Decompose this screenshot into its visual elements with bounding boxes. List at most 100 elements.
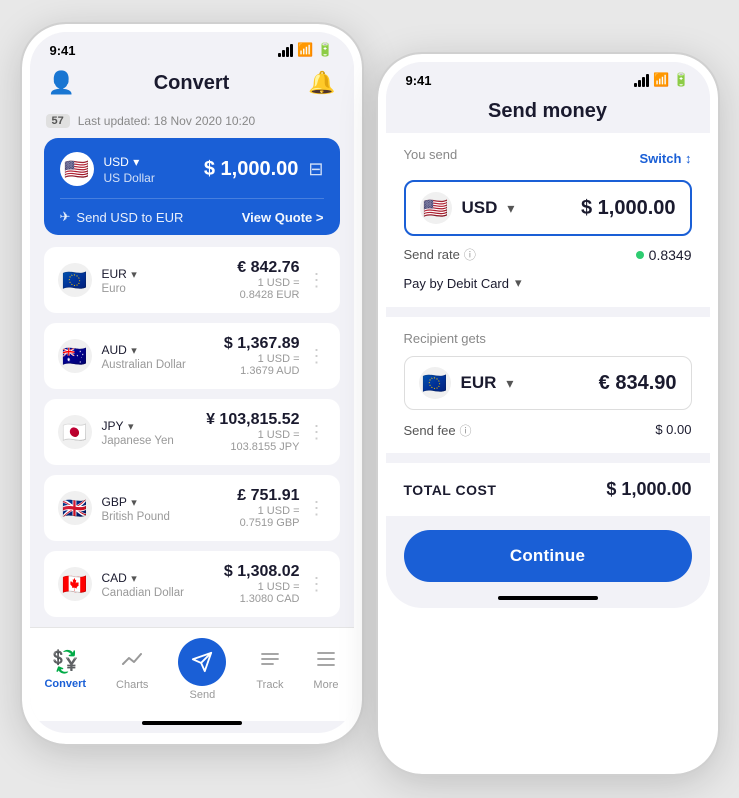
flag-eur: 🇪🇺 bbox=[58, 263, 92, 297]
base-currency-code[interactable]: USD ▾ bbox=[104, 153, 155, 171]
name-jpy: Japanese Yen bbox=[102, 435, 174, 447]
status-time-left: 9:41 bbox=[50, 43, 76, 58]
app-header-left: 👤 Convert 🔔 bbox=[30, 62, 354, 106]
rate-info-icon: ⓘ bbox=[464, 246, 476, 263]
signal-icon bbox=[278, 44, 293, 57]
status-icons-left: 📶 🔋 bbox=[278, 42, 333, 58]
amount-cad: $ 1,308.02 bbox=[224, 563, 300, 581]
switch-button[interactable]: Switch ↕ bbox=[639, 151, 691, 166]
bottom-nav: 💱 Convert Charts Send bbox=[30, 627, 354, 721]
recipient-gets-label: Recipient gets bbox=[404, 331, 692, 346]
home-indicator-right bbox=[498, 596, 598, 600]
wifi-icon-right: 📶 bbox=[653, 72, 669, 88]
page-title-send: Send money bbox=[488, 100, 607, 123]
currency-item-cad[interactable]: 🇨🇦 CAD ▾ Canadian Dollar bbox=[44, 551, 340, 617]
base-amount: $ 1,000.00 bbox=[204, 158, 299, 181]
code-eur: EUR ▾ bbox=[102, 265, 137, 283]
nav-charts[interactable]: Charts bbox=[116, 648, 148, 691]
battery-icon-right: 🔋 bbox=[673, 72, 689, 88]
you-send-selector[interactable]: 🇺🇸 USD ▾ $ 1,000.00 bbox=[404, 180, 692, 236]
you-send-label: You send bbox=[404, 147, 458, 162]
currency-item-eur[interactable]: 🇪🇺 EUR ▾ Euro bbox=[44, 247, 340, 313]
code-aud: AUD ▾ bbox=[102, 341, 186, 359]
rate-gbp: 1 USD = 0.7519 GBP bbox=[237, 505, 299, 529]
send-money-content: You send Switch ↕ 🇺🇸 USD ▾ $ 1,000.00 bbox=[386, 133, 710, 596]
send-money-header: Send money bbox=[386, 92, 710, 133]
recipient-gets-section: Recipient gets 🇪🇺 EUR ▾ € 834.90 bbox=[386, 317, 710, 453]
fee-info-icon: ⓘ bbox=[460, 422, 472, 439]
nav-more[interactable]: More bbox=[313, 648, 338, 691]
send-fee-row: Send fee ⓘ $ 0.00 bbox=[404, 410, 692, 439]
status-bar-right: 9:41 📶 🔋 bbox=[386, 62, 710, 92]
pay-method-row[interactable]: Pay by Debit Card ▾ bbox=[404, 267, 692, 293]
nav-label-more: More bbox=[313, 679, 338, 691]
send-rate-value: 0.8349 bbox=[636, 247, 692, 263]
more-icon-cad[interactable]: ⋮ bbox=[308, 574, 326, 595]
more-icon-jpy[interactable]: ⋮ bbox=[308, 422, 326, 443]
signal-icon-right bbox=[634, 74, 649, 87]
last-updated-row: 57 Last updated: 18 Nov 2020 10:20 bbox=[44, 106, 340, 138]
nav-send[interactable]: Send bbox=[178, 638, 226, 701]
charts-icon bbox=[121, 648, 143, 676]
nav-label-charts: Charts bbox=[116, 679, 148, 691]
amount-jpy: ¥ 103,815.52 bbox=[206, 411, 299, 429]
send-nav-button[interactable] bbox=[178, 638, 226, 686]
you-send-section: You send Switch ↕ 🇺🇸 USD ▾ $ 1,000.00 bbox=[386, 133, 710, 307]
currency-item-aud[interactable]: 🇦🇺 AUD ▾ Australian Dollar bbox=[44, 323, 340, 389]
base-currency-name: US Dollar bbox=[104, 171, 155, 185]
total-cost-value: $ 1,000.00 bbox=[606, 479, 691, 500]
rate-aud: 1 USD = 1.3679 AUD bbox=[224, 353, 300, 377]
amount-aud: $ 1,367.89 bbox=[224, 335, 300, 353]
home-indicator-left bbox=[142, 721, 242, 725]
amount-eur: € 842.76 bbox=[237, 259, 299, 277]
more-icon-aud[interactable]: ⋮ bbox=[308, 346, 326, 367]
rate-dot bbox=[636, 251, 644, 259]
flag-jpy: 🇯🇵 bbox=[58, 415, 92, 449]
send-flag: 🇺🇸 bbox=[420, 192, 452, 224]
code-gbp: GBP ▾ bbox=[102, 493, 170, 511]
base-currency-info: 🇺🇸 USD ▾ US Dollar bbox=[60, 152, 155, 186]
name-eur: Euro bbox=[102, 283, 137, 295]
more-icon-eur[interactable]: ⋮ bbox=[308, 270, 326, 291]
page-title-convert: Convert bbox=[154, 72, 230, 95]
nav-label-convert: Convert bbox=[44, 678, 86, 690]
view-quote-btn[interactable]: View Quote > bbox=[242, 210, 324, 225]
name-cad: Canadian Dollar bbox=[102, 587, 184, 599]
total-cost-row: TOTAL COST $ 1,000.00 bbox=[386, 463, 710, 516]
calculator-icon[interactable]: ⊟ bbox=[308, 159, 323, 180]
convert-content: 57 Last updated: 18 Nov 2020 10:20 🇺🇸 US bbox=[30, 106, 354, 627]
bell-icon[interactable]: 🔔 bbox=[308, 70, 335, 96]
send-fee-label: Send fee ⓘ bbox=[404, 422, 472, 439]
track-icon bbox=[259, 648, 281, 676]
more-icon-gbp[interactable]: ⋮ bbox=[308, 498, 326, 519]
profile-icon[interactable]: 👤 bbox=[48, 70, 75, 96]
battery-icon: 🔋 bbox=[317, 42, 333, 58]
send-btn[interactable]: ✈ Send USD to EUR bbox=[60, 209, 184, 225]
flag-cad: 🇨🇦 bbox=[58, 567, 92, 601]
base-currency-card[interactable]: 🇺🇸 USD ▾ US Dollar $ 1,000. bbox=[44, 138, 340, 235]
send-quote-row: ✈ Send USD to EUR View Quote > bbox=[60, 198, 324, 235]
send-rate-label: Send rate ⓘ bbox=[404, 246, 476, 263]
name-gbp: British Pound bbox=[102, 511, 170, 523]
status-bar-left: 9:41 📶 🔋 bbox=[30, 32, 354, 62]
status-time-right: 9:41 bbox=[406, 73, 432, 88]
send-currency-chevron: ▾ bbox=[507, 200, 514, 217]
send-amount: $ 1,000.00 bbox=[581, 197, 676, 220]
name-aud: Australian Dollar bbox=[102, 359, 186, 371]
send-rate-row: Send rate ⓘ 0.8349 bbox=[404, 236, 692, 267]
last-updated-text: Last updated: 18 Nov 2020 10:20 bbox=[78, 114, 255, 128]
currency-item-jpy[interactable]: 🇯🇵 JPY ▾ Japanese Yen bbox=[44, 399, 340, 465]
code-cad: CAD ▾ bbox=[102, 569, 184, 587]
rate-eur: 1 USD = 0.8428 EUR bbox=[237, 277, 299, 301]
total-cost-label: TOTAL COST bbox=[404, 482, 497, 498]
right-phone: 9:41 📶 🔋 Send money bbox=[378, 54, 718, 774]
base-flag: 🇺🇸 bbox=[60, 152, 94, 186]
recipient-gets-selector[interactable]: 🇪🇺 EUR ▾ € 834.90 bbox=[404, 356, 692, 410]
nav-convert[interactable]: 💱 Convert bbox=[44, 649, 86, 690]
status-icons-right: 📶 🔋 bbox=[634, 72, 689, 88]
continue-button[interactable]: Continue bbox=[404, 530, 692, 582]
pay-method-label: Pay by Debit Card bbox=[404, 276, 510, 291]
update-badge: 57 bbox=[46, 114, 70, 128]
nav-track[interactable]: Track bbox=[256, 648, 283, 691]
currency-item-gbp[interactable]: 🇬🇧 GBP ▾ British Pound bbox=[44, 475, 340, 541]
